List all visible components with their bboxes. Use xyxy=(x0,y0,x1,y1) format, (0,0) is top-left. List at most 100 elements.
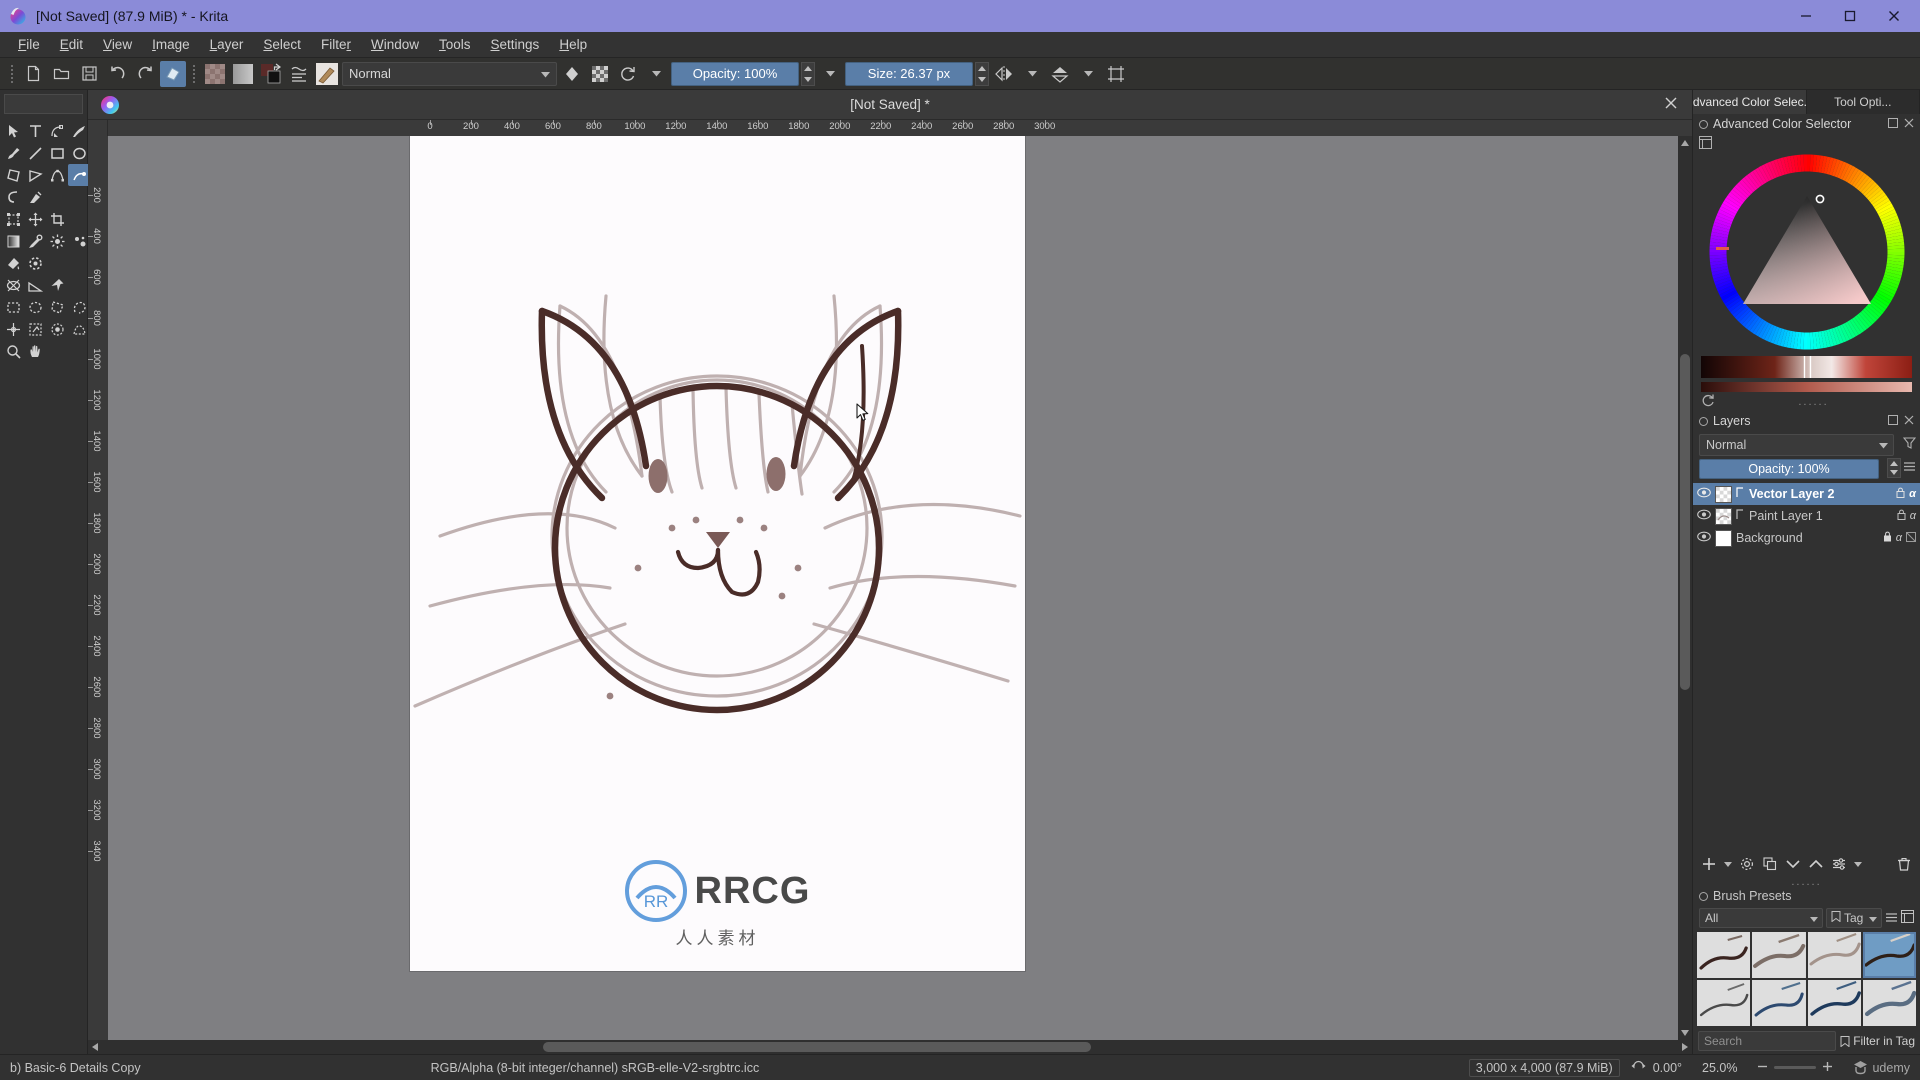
layer-alpha-lock-label[interactable]: α xyxy=(1910,510,1916,522)
close-docker-icon[interactable] xyxy=(1904,117,1914,131)
brush-preset-cell[interactable] xyxy=(1752,980,1806,1026)
toolbox-preset-bar[interactable] xyxy=(4,94,83,114)
document-tab-close-icon[interactable] xyxy=(1664,96,1678,113)
color-sampler-tool[interactable] xyxy=(24,230,46,252)
zoom-tool[interactable] xyxy=(2,340,24,362)
layer-visibility-icon[interactable] xyxy=(1697,487,1711,501)
layer-blending-mode-combobox[interactable]: Normal xyxy=(1699,434,1894,456)
layer-properties-button[interactable] xyxy=(1737,854,1757,874)
brush-presets-settings-icon[interactable] xyxy=(1901,910,1914,926)
canvas-viewport[interactable]: RR RRCG 人人素材 xyxy=(108,136,1678,1040)
canvas-paper[interactable]: RR RRCG 人人素材 xyxy=(410,136,1025,971)
freehand-path-tool[interactable] xyxy=(68,164,90,186)
vertical-scroll-thumb[interactable] xyxy=(1680,354,1690,690)
polygon-tool[interactable] xyxy=(2,164,24,186)
brush-preset-cell[interactable] xyxy=(1807,932,1861,978)
brush-preset-cell[interactable] xyxy=(1697,980,1751,1026)
horizontal-scroll-thumb[interactable] xyxy=(543,1042,1091,1052)
float-icon[interactable] xyxy=(1888,117,1898,131)
layers-collapse-icon[interactable] xyxy=(1699,416,1708,426)
rectangle-tool[interactable] xyxy=(46,142,68,164)
transform-tool[interactable] xyxy=(2,208,24,230)
menu-item-tools[interactable]: Tools xyxy=(429,33,481,56)
menu-item-image[interactable]: Image xyxy=(142,33,200,56)
menu-item-edit[interactable]: Edit xyxy=(50,33,93,56)
mirror-vertical-icon[interactable] xyxy=(1047,61,1073,87)
ellipse-tool[interactable] xyxy=(68,142,90,164)
brush-preset-thumbnail-icon[interactable] xyxy=(314,61,340,87)
docker-splitter-handle[interactable]: ...... xyxy=(1715,396,1912,408)
brush-preset-cell[interactable] xyxy=(1862,980,1916,1026)
layer-alpha-disabled-icon[interactable] xyxy=(1906,531,1916,545)
vertical-ruler[interactable]: 200 400 600 800 1000 1200 1400 1600 1800 2000 2200… xyxy=(88,136,108,1040)
layers-close-icon[interactable] xyxy=(1904,414,1914,428)
bezier-selection-tool[interactable] xyxy=(68,318,90,340)
brush-presets-list-view-icon[interactable] xyxy=(1885,911,1898,926)
filter-in-tag-toggle[interactable]: Filter in Tag xyxy=(1840,1034,1915,1048)
layers-filter-icon[interactable] xyxy=(1902,436,1917,452)
layer-opacity-spinner[interactable] xyxy=(1887,457,1901,478)
brush-editor-icon[interactable] xyxy=(286,61,312,87)
brush-size-spinner-down[interactable] xyxy=(976,74,988,85)
canvas-vertical-scrollbar[interactable] xyxy=(1678,136,1692,1040)
scroll-right-arrow-icon[interactable] xyxy=(1678,1040,1692,1054)
layer-visibility-icon[interactable] xyxy=(1697,531,1711,545)
dynamic-brush-tool[interactable] xyxy=(2,186,24,208)
layers-menu-icon[interactable] xyxy=(1903,460,1916,475)
opacity-spinner[interactable] xyxy=(801,61,815,86)
collapse-icon[interactable] xyxy=(1699,119,1708,129)
line-tool[interactable] xyxy=(24,142,46,164)
color-wheel-icon[interactable] xyxy=(100,95,120,115)
brush-preset-cell-selected[interactable] xyxy=(1862,932,1916,978)
layer-lock-icon-locked[interactable] xyxy=(1883,531,1892,545)
menu-item-view[interactable]: View xyxy=(93,33,142,56)
tab-advanced-color-selector[interactable]: Advanced Color Selec... xyxy=(1693,90,1807,114)
undo-icon[interactable] xyxy=(104,61,130,87)
duplicate-layer-button[interactable] xyxy=(1760,854,1780,874)
enclose-and-fill-tool[interactable] xyxy=(24,252,46,274)
layer-opacity-up[interactable] xyxy=(1888,459,1900,468)
layer-thumbnail[interactable] xyxy=(1715,529,1732,547)
brush-preset-cell[interactable] xyxy=(1752,932,1806,978)
opacity-options-chevron-icon[interactable] xyxy=(817,61,843,87)
layer-row-paint-layer-1[interactable]: Paint Layer 1 α xyxy=(1693,505,1920,527)
layer-visibility-icon[interactable] xyxy=(1697,509,1711,523)
menu-item-file[interactable]: File xyxy=(8,33,50,56)
layer-lock-icon[interactable] xyxy=(1896,487,1905,501)
pattern-swatch-icon[interactable] xyxy=(202,61,228,87)
text-tool[interactable] xyxy=(24,120,46,142)
menu-item-filter[interactable]: Filter xyxy=(311,33,361,56)
layers-float-icon[interactable] xyxy=(1888,414,1898,428)
calligraphy-tool[interactable] xyxy=(68,120,90,142)
brush-preset-cell[interactable] xyxy=(1697,932,1751,978)
brush-preset-tag-button[interactable]: Tag xyxy=(1826,908,1882,928)
mirror-v-chevron-icon[interactable] xyxy=(1075,61,1101,87)
layer-thumbnail[interactable] xyxy=(1715,485,1732,503)
brush-preset-filter-combobox[interactable]: All xyxy=(1699,908,1823,928)
shade-selector-minibar[interactable] xyxy=(1701,380,1912,392)
redo-icon[interactable] xyxy=(132,61,158,87)
fill-tool[interactable] xyxy=(2,252,24,274)
layer-opacity-slider[interactable]: Opacity: 100% xyxy=(1699,459,1879,479)
brush-size-spinner[interactable] xyxy=(975,61,989,86)
crop-tool[interactable] xyxy=(46,208,68,230)
add-layer-chevron-icon[interactable] xyxy=(1722,854,1734,874)
similar-color-selection-tool[interactable] xyxy=(46,318,68,340)
zoom-in-icon[interactable] xyxy=(1822,1061,1833,1075)
shade-selector-bar[interactable] xyxy=(1701,356,1912,378)
freehand-selection-tool[interactable] xyxy=(68,296,90,318)
smart-patch-tool[interactable] xyxy=(68,230,90,252)
layer-filters-chevron-icon[interactable] xyxy=(1852,854,1864,874)
zoom-out-icon[interactable] xyxy=(1757,1061,1768,1075)
save-file-icon[interactable] xyxy=(76,61,102,87)
bezier-curve-tool[interactable] xyxy=(46,164,68,186)
move-layer-up-button[interactable] xyxy=(1806,854,1826,874)
new-file-icon[interactable] xyxy=(20,61,46,87)
layers-brushes-splitter[interactable]: ...... xyxy=(1693,877,1920,888)
layer-thumbnail[interactable] xyxy=(1715,507,1732,525)
menu-item-help[interactable]: Help xyxy=(549,33,597,56)
tab-tool-options[interactable]: Tool Opti... xyxy=(1807,90,1920,114)
add-layer-button[interactable] xyxy=(1699,854,1719,874)
measure-tool[interactable] xyxy=(24,274,46,296)
delete-layer-button[interactable] xyxy=(1894,854,1914,874)
